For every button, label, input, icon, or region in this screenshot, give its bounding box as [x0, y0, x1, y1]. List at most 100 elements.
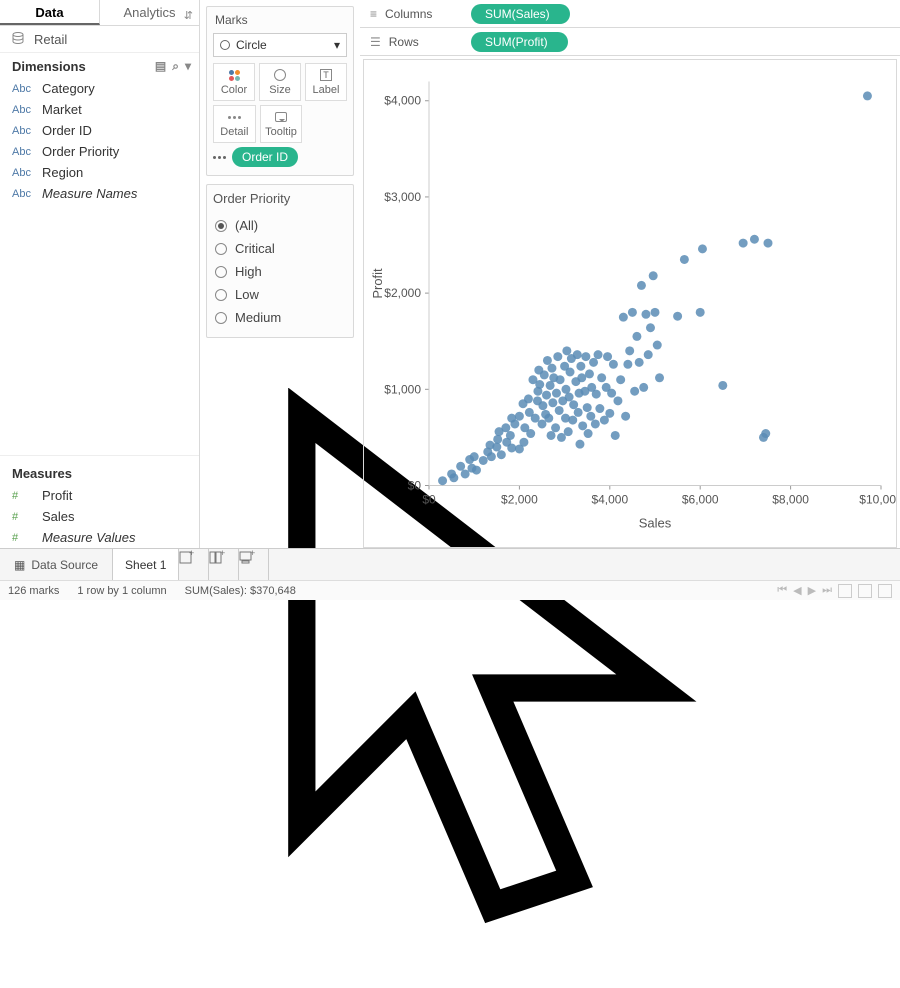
data-point[interactable] — [680, 255, 689, 264]
data-point[interactable] — [576, 362, 585, 371]
data-point[interactable] — [575, 440, 584, 449]
dimension-field[interactable]: AbcMarket — [0, 99, 199, 120]
sheet-tab[interactable]: Sheet 1 — [113, 549, 179, 580]
data-point[interactable] — [566, 367, 575, 376]
data-point[interactable] — [583, 403, 592, 412]
data-point[interactable] — [750, 235, 759, 244]
data-point[interactable] — [507, 443, 516, 452]
chart-viz[interactable]: $0$1,000$2,000$3,000$4,000$0$2,000$4,000… — [363, 59, 897, 548]
new-story-button[interactable]: + — [239, 549, 269, 580]
data-point[interactable] — [718, 381, 727, 390]
data-point[interactable] — [551, 423, 560, 432]
filter-option[interactable]: Medium — [213, 306, 347, 329]
data-point[interactable] — [548, 398, 557, 407]
data-point[interactable] — [547, 431, 556, 440]
data-point[interactable] — [632, 332, 641, 341]
data-point[interactable] — [542, 391, 551, 400]
data-point[interactable] — [641, 310, 650, 319]
marks-size-button[interactable]: Size — [259, 63, 301, 101]
data-point[interactable] — [519, 438, 528, 447]
filter-option[interactable]: High — [213, 260, 347, 283]
search-icon[interactable]: ⌕ — [172, 59, 179, 74]
data-point[interactable] — [591, 419, 600, 428]
columns-pill[interactable]: SUM(Sales) — [471, 4, 570, 24]
data-point[interactable] — [538, 401, 547, 410]
nav-prev-icon[interactable]: ◀ — [793, 584, 801, 598]
menu-icon[interactable]: ▾ — [185, 59, 191, 74]
data-point[interactable] — [564, 427, 573, 436]
mark-type-dropdown[interactable]: Circle ▾ — [213, 33, 347, 57]
data-point[interactable] — [589, 358, 598, 367]
nav-next-icon[interactable]: ▶ — [808, 584, 816, 598]
data-point[interactable] — [561, 385, 570, 394]
data-point[interactable] — [605, 409, 614, 418]
data-point[interactable] — [630, 387, 639, 396]
marks-tooltip-button[interactable]: Tooltip — [260, 105, 303, 143]
view-mode-3[interactable] — [878, 584, 892, 598]
data-point[interactable] — [739, 239, 748, 248]
data-point[interactable] — [651, 308, 660, 317]
marks-color-button[interactable]: Color — [213, 63, 255, 101]
data-point[interactable] — [562, 346, 571, 355]
data-point[interactable] — [487, 452, 496, 461]
data-point[interactable] — [515, 412, 524, 421]
data-point[interactable] — [497, 450, 506, 459]
filter-option[interactable]: Low — [213, 283, 347, 306]
data-point[interactable] — [501, 423, 510, 432]
detail-pill[interactable]: Order ID — [232, 147, 298, 167]
data-point[interactable] — [764, 239, 773, 248]
data-point[interactable] — [543, 356, 552, 365]
data-point[interactable] — [578, 421, 587, 430]
data-point[interactable] — [619, 313, 628, 322]
data-point[interactable] — [544, 414, 553, 423]
data-point[interactable] — [556, 375, 565, 384]
data-point[interactable] — [535, 380, 544, 389]
data-point[interactable] — [597, 373, 606, 382]
measure-field[interactable]: #Profit — [0, 485, 199, 506]
tab-analytics[interactable]: Analytics ⇵ — [100, 0, 199, 25]
data-point[interactable] — [470, 452, 479, 461]
data-point[interactable] — [646, 323, 655, 332]
data-point[interactable] — [472, 466, 481, 475]
filter-option[interactable]: Critical — [213, 237, 347, 260]
dimension-field[interactable]: AbcRegion — [0, 162, 199, 183]
data-point[interactable] — [621, 412, 630, 421]
tab-data[interactable]: Data — [0, 0, 100, 25]
data-point[interactable] — [568, 416, 577, 425]
data-point[interactable] — [649, 271, 658, 280]
data-point[interactable] — [524, 394, 533, 403]
data-point[interactable] — [565, 393, 574, 402]
data-point[interactable] — [607, 389, 616, 398]
data-point[interactable] — [577, 373, 586, 382]
data-point[interactable] — [592, 390, 601, 399]
data-source-tab[interactable]: ▦Data Source — [0, 549, 113, 580]
data-point[interactable] — [574, 408, 583, 417]
data-point[interactable] — [585, 369, 594, 378]
data-point[interactable] — [479, 456, 488, 465]
view-mode-2[interactable] — [858, 584, 872, 598]
new-dashboard-button[interactable]: + — [209, 549, 239, 580]
filter-option[interactable]: (All) — [213, 214, 347, 237]
marks-label-button[interactable]: TLabel — [305, 63, 347, 101]
nav-last-icon[interactable]: ⏭ — [822, 584, 832, 598]
data-point[interactable] — [569, 400, 578, 409]
data-point[interactable] — [506, 431, 515, 440]
data-point[interactable] — [635, 358, 644, 367]
data-point[interactable] — [696, 308, 705, 317]
dimension-field[interactable]: AbcMeasure Names — [0, 183, 199, 204]
rows-pill[interactable]: SUM(Profit) — [471, 32, 568, 52]
data-point[interactable] — [628, 308, 637, 317]
data-point[interactable] — [698, 244, 707, 253]
data-point[interactable] — [553, 352, 562, 361]
data-point[interactable] — [510, 419, 519, 428]
data-point[interactable] — [863, 91, 872, 100]
data-point[interactable] — [438, 476, 447, 485]
view-list-icon[interactable]: ▤ — [155, 59, 166, 74]
data-point[interactable] — [456, 462, 465, 471]
nav-first-icon[interactable]: ⏮ — [777, 584, 787, 598]
rows-shelf[interactable]: SUM(Profit) — [465, 29, 900, 55]
data-point[interactable] — [492, 443, 501, 452]
dimension-field[interactable]: AbcOrder ID — [0, 120, 199, 141]
data-point[interactable] — [653, 341, 662, 350]
data-point[interactable] — [616, 375, 625, 384]
